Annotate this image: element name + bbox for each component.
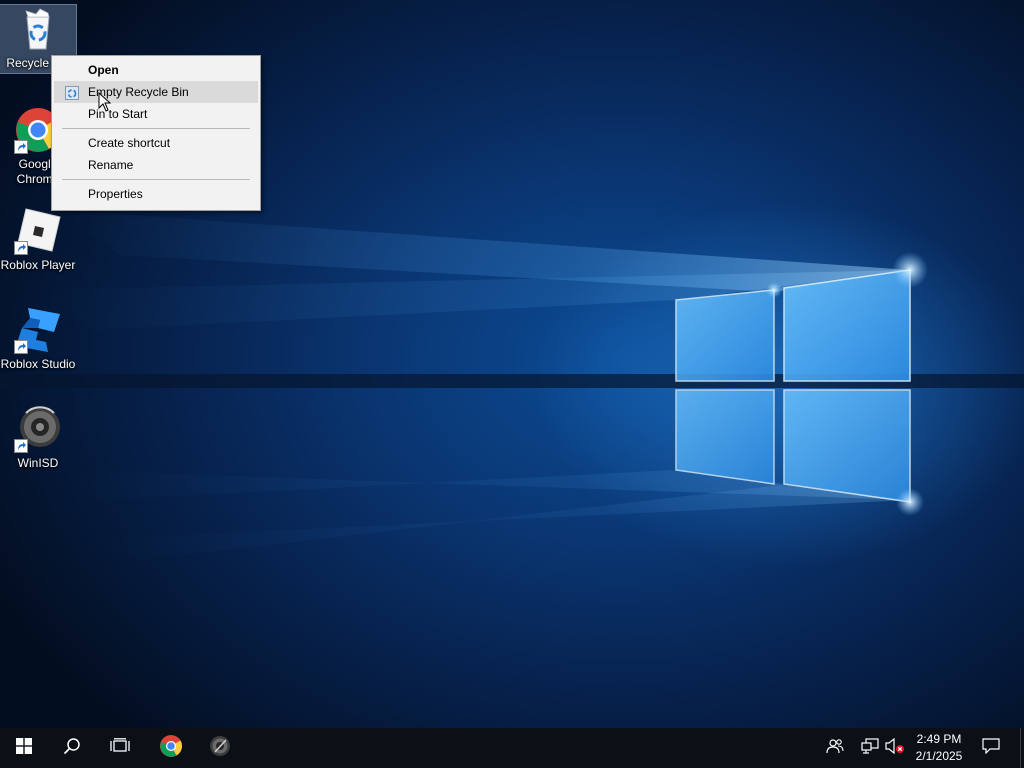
menu-item-empty-recycle-bin[interactable]: Empty Recycle Bin — [54, 81, 258, 103]
volume-button[interactable] — [885, 737, 905, 759]
shortcut-arrow-icon — [14, 340, 28, 354]
recycle-bin-icon — [14, 5, 62, 53]
menu-item-pin-to-start[interactable]: Pin to Start — [54, 103, 258, 125]
search-button[interactable] — [48, 728, 96, 768]
menu-separator — [62, 179, 250, 180]
menu-item-rename[interactable]: Rename — [54, 154, 258, 176]
task-view-icon — [110, 737, 130, 759]
desktop-icon-winisd[interactable]: WinISD — [0, 405, 76, 471]
taskbar-winisd-button[interactable] — [196, 728, 244, 768]
menu-item-label: Properties — [88, 187, 143, 201]
action-center-button[interactable] — [981, 737, 1001, 759]
desktop-icon-label: WinISD — [17, 456, 59, 470]
taskbar-chrome-button[interactable] — [147, 728, 195, 768]
roblox-player-icon — [14, 207, 62, 255]
context-menu: Open Empty Recycle Bin Pin to Start Crea… — [51, 55, 261, 211]
search-icon — [63, 737, 81, 760]
shortcut-arrow-icon — [14, 140, 28, 154]
desktop-icon-roblox-studio[interactable]: Roblox Studio — [0, 306, 76, 372]
clock-date: 2/1/2025 — [915, 749, 963, 763]
menu-separator — [62, 128, 250, 129]
desktop-icon-label: Roblox Studio — [0, 357, 76, 371]
recycle-bin-small-icon — [65, 85, 79, 100]
volume-muted-icon — [885, 737, 905, 759]
people-button[interactable] — [825, 738, 845, 758]
menu-item-open[interactable]: Open — [54, 59, 258, 81]
mouse-cursor-icon — [98, 91, 112, 117]
menu-item-create-shortcut[interactable]: Create shortcut — [54, 132, 258, 154]
roblox-studio-icon — [14, 306, 62, 354]
clock-time: 2:49 PM — [916, 732, 962, 746]
menu-item-label: Rename — [88, 158, 134, 172]
task-view-button[interactable] — [96, 728, 144, 768]
people-icon — [826, 738, 844, 759]
menu-item-label: Pin to Start — [88, 107, 148, 121]
network-icon — [861, 737, 879, 759]
menu-item-label: Open — [88, 63, 119, 77]
show-desktop-button[interactable] — [1020, 728, 1024, 768]
start-button[interactable] — [0, 728, 48, 768]
winisd-icon — [14, 405, 62, 453]
winisd-icon — [208, 734, 232, 763]
network-button[interactable] — [860, 737, 880, 759]
desktop-icon-roblox-player[interactable]: Roblox Player — [0, 207, 76, 273]
taskbar: 2:49 PM 2/1/2025 — [0, 728, 1024, 768]
windows-logo-icon — [16, 737, 32, 759]
menu-item-label: Create shortcut — [88, 136, 171, 150]
menu-item-properties[interactable]: Properties — [54, 183, 258, 205]
chrome-icon — [159, 734, 183, 763]
shortcut-arrow-icon — [14, 241, 28, 255]
desktop-icon-label: Roblox Player — [0, 258, 76, 272]
action-center-icon — [982, 737, 1000, 759]
shortcut-arrow-icon — [14, 439, 28, 453]
taskbar-clock[interactable]: 2:49 PM 2/1/2025 — [904, 731, 974, 765]
